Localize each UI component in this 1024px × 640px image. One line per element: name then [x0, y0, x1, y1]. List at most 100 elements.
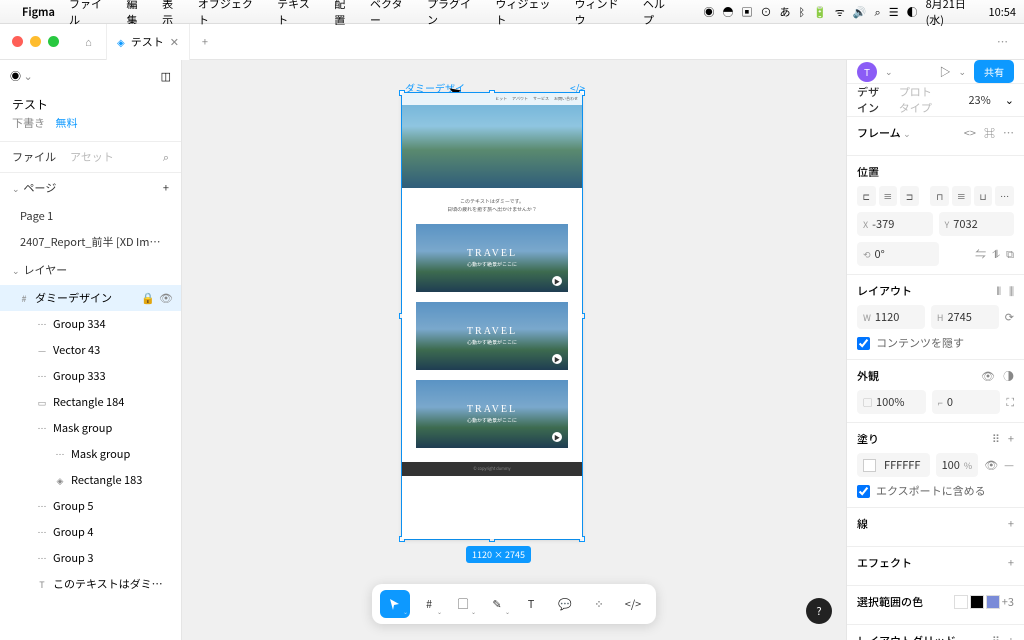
- visibility-icon[interactable]: 👁: [984, 457, 998, 473]
- file-tab[interactable]: ◈ テスト ✕: [107, 24, 190, 60]
- more-align-icon[interactable]: ⋯: [995, 186, 1014, 206]
- share-button[interactable]: 共有: [974, 60, 1014, 83]
- canvas[interactable]: ダミーデザイ ➤ </> ヒット アバウト サービス お問い合わせ: [182, 60, 846, 640]
- line-tray-icon[interactable]: ◓: [722, 4, 733, 20]
- page-item[interactable]: Page 1: [0, 203, 181, 229]
- home-tab[interactable]: ⌂: [71, 24, 107, 60]
- add-page-icon[interactable]: +: [163, 180, 169, 196]
- layer-row[interactable]: ⋯Group 334: [0, 311, 181, 337]
- layer-row[interactable]: ▭Rectangle 184: [0, 389, 181, 415]
- menubar-date[interactable]: 8月21日(水): [926, 0, 981, 28]
- layer-row[interactable]: ⋯Mask group: [0, 441, 181, 467]
- height-input[interactable]: H2745: [931, 305, 999, 329]
- add-stroke-icon[interactable]: +: [1008, 516, 1014, 532]
- menu-vector[interactable]: ベクター: [370, 0, 413, 28]
- chevron-down-icon[interactable]: ⌄: [958, 65, 966, 78]
- move-tool[interactable]: ⌄: [380, 590, 410, 618]
- align-bottom-icon[interactable]: ⊔: [974, 186, 993, 206]
- page-item[interactable]: 2407_Report_前半 [XD Import] (30-Ju...: [0, 229, 181, 255]
- visibility-icon[interactable]: 👁: [981, 368, 995, 384]
- more-colors[interactable]: +3: [1002, 594, 1014, 610]
- code-icon[interactable]: <>: [964, 125, 976, 141]
- flip-h-icon[interactable]: ⇋: [975, 246, 986, 262]
- siri-icon[interactable]: ◐: [907, 4, 918, 20]
- width-input[interactable]: W1120: [857, 305, 925, 329]
- align-left-icon[interactable]: ⊏: [857, 186, 876, 206]
- tab-prototype[interactable]: プロトタイプ: [899, 84, 941, 116]
- color-swatch[interactable]: [986, 595, 1000, 609]
- align-top-icon[interactable]: ⊓: [930, 186, 949, 206]
- visibility-icon[interactable]: 👁: [159, 290, 173, 306]
- layer-row[interactable]: ◈Rectangle 183: [0, 467, 181, 493]
- figma-tray-icon[interactable]: ◉: [703, 4, 714, 20]
- frame-tool[interactable]: #⌄: [414, 590, 444, 618]
- y-input[interactable]: Y7032: [939, 212, 1015, 236]
- comment-tool[interactable]: 💬: [550, 590, 580, 618]
- more-icon[interactable]: ⋯: [1003, 125, 1014, 141]
- help-button[interactable]: ?: [806, 598, 832, 624]
- panel-toggle-icon[interactable]: ◫: [161, 68, 171, 84]
- layer-row[interactable]: ⋯Group 3: [0, 545, 181, 571]
- design-frame[interactable]: ヒット アバウト サービス お問い合わせ このテキストはダミーです。 日頃の疲れ…: [402, 93, 582, 539]
- volume-icon[interactable]: 🔊: [853, 4, 867, 20]
- lock-icon[interactable]: 🔒: [141, 290, 155, 306]
- chevron-down-icon[interactable]: ⌄: [12, 182, 20, 195]
- add-grid-icon[interactable]: +: [1008, 633, 1014, 640]
- close-tab-icon[interactable]: ✕: [170, 34, 179, 50]
- style-icon[interactable]: ⠿: [992, 633, 1000, 640]
- remove-fill-icon[interactable]: —: [1004, 457, 1014, 473]
- app-name[interactable]: Figma: [22, 4, 55, 20]
- layer-row[interactable]: ⋯Group 4: [0, 519, 181, 545]
- menu-widget[interactable]: ウィジェット: [495, 0, 560, 28]
- layer-row[interactable]: Tこのテキストはダミーです。日...: [0, 571, 181, 597]
- tab-design[interactable]: デザイン: [857, 84, 885, 116]
- wifi-icon[interactable]: ᯤ: [835, 4, 845, 20]
- more-menu-icon[interactable]: ⋯: [983, 34, 1024, 50]
- x-input[interactable]: X-379: [857, 212, 933, 236]
- style-icon[interactable]: ⠿: [992, 431, 1000, 447]
- search-icon[interactable]: ⌕: [875, 4, 881, 20]
- menubar-time[interactable]: 10:54: [989, 4, 1016, 20]
- clip-content-checkbox[interactable]: [857, 337, 870, 350]
- play-tray-icon[interactable]: ⊙: [760, 4, 771, 20]
- text-tool[interactable]: T: [516, 590, 546, 618]
- file-name[interactable]: テスト: [12, 96, 169, 113]
- lock-aspect-icon[interactable]: ⟳: [1005, 309, 1014, 325]
- search-icon[interactable]: ⌕: [163, 149, 169, 165]
- align-right-icon[interactable]: ⊐: [900, 186, 919, 206]
- menu-window[interactable]: ウィンドウ: [575, 0, 629, 28]
- color-swatch[interactable]: [954, 595, 968, 609]
- align-hcenter-icon[interactable]: ≡: [879, 186, 898, 206]
- add-effect-icon[interactable]: +: [1008, 555, 1014, 571]
- rotation-input[interactable]: ⟲0°: [857, 242, 939, 266]
- autolayout-h-icon[interactable]: ⫼: [1009, 283, 1014, 299]
- chevron-down-icon[interactable]: ⌄: [12, 264, 20, 277]
- radius-input[interactable]: ⌐0: [932, 390, 1001, 414]
- include-export-checkbox[interactable]: [857, 485, 870, 498]
- link-icon[interactable]: ⌘: [984, 125, 995, 141]
- layer-row[interactable]: —Vector 43: [0, 337, 181, 363]
- corners-icon[interactable]: ⛶: [1006, 394, 1014, 410]
- chevron-down-icon[interactable]: ⌄: [1005, 92, 1014, 108]
- present-icon[interactable]: ▷: [939, 64, 950, 80]
- blend-icon[interactable]: ◑: [1003, 368, 1014, 384]
- layer-row[interactable]: ⋯Group 5: [0, 493, 181, 519]
- bluetooth-icon[interactable]: ᛒ: [798, 4, 805, 20]
- constraint-icon[interactable]: ⧉: [1006, 246, 1014, 262]
- menu-help[interactable]: ヘルプ: [643, 0, 676, 28]
- dev-mode-tool[interactable]: </>: [618, 590, 648, 618]
- chevron-down-icon[interactable]: ⌄: [885, 65, 893, 78]
- left-tab-asset[interactable]: アセット: [70, 149, 114, 165]
- menu-plugin[interactable]: プラグイン: [427, 0, 481, 28]
- layer-row[interactable]: #ダミーデザイン🔒👁: [0, 285, 181, 311]
- app-tray-icon[interactable]: ▣: [741, 4, 752, 20]
- autolayout-v-icon[interactable]: ⫴: [996, 283, 1001, 299]
- pen-tool[interactable]: ✎⌄: [482, 590, 512, 618]
- align-vcenter-icon[interactable]: ≡: [952, 186, 971, 206]
- left-tab-file[interactable]: ファイル: [12, 149, 56, 165]
- battery-icon[interactable]: 🔋: [813, 4, 827, 20]
- opacity-input[interactable]: ▢100%: [857, 390, 926, 414]
- add-fill-icon[interactable]: +: [1008, 431, 1014, 447]
- color-swatch[interactable]: [970, 595, 984, 609]
- shape-tool[interactable]: ▢⌄: [448, 590, 478, 618]
